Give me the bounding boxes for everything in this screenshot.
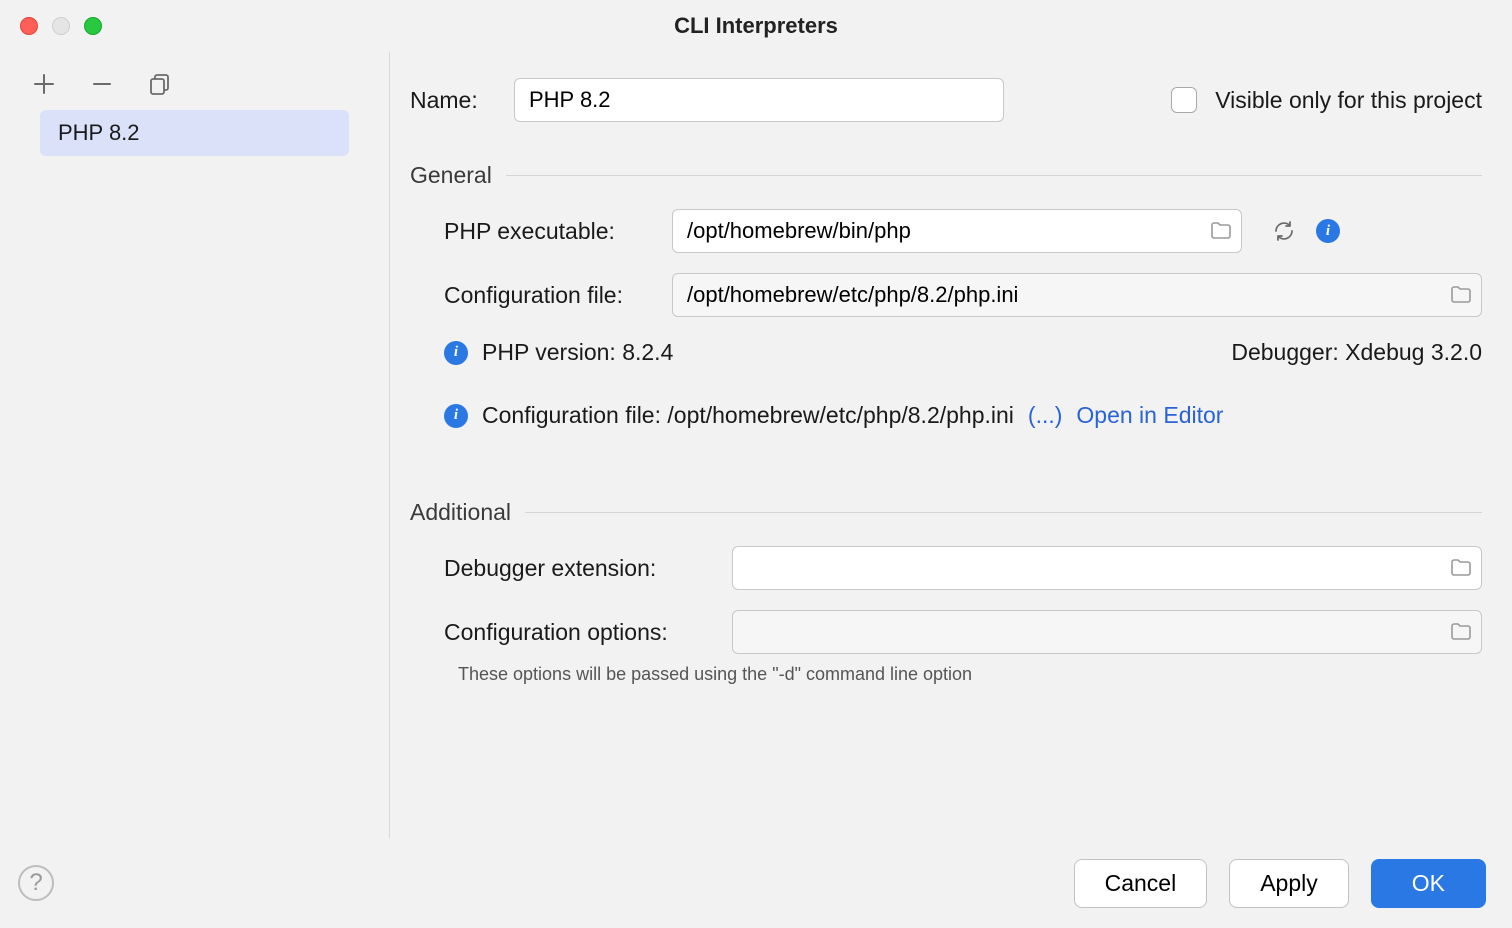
name-label: Name: <box>410 87 496 114</box>
minimize-window-icon <box>52 17 70 35</box>
php-version-text: PHP version: 8.2.4 <box>482 339 673 366</box>
maximize-window-icon[interactable] <box>84 17 102 35</box>
name-input[interactable] <box>514 78 1004 122</box>
title-bar: CLI Interpreters <box>0 0 1512 52</box>
sidebar-toolbar <box>0 52 389 110</box>
list-item[interactable]: PHP 8.2 <box>40 110 349 156</box>
copy-icon[interactable] <box>146 70 174 98</box>
interpreter-list: PHP 8.2 <box>0 110 389 156</box>
config-opts-label: Configuration options: <box>444 619 714 646</box>
config-file-label: Configuration file: <box>444 282 654 309</box>
open-editor-link[interactable]: Open in Editor <box>1076 402 1223 429</box>
folder-icon[interactable] <box>1450 286 1472 304</box>
divider <box>506 175 1482 176</box>
reload-icon[interactable] <box>1270 217 1298 245</box>
section-general: General <box>410 162 1482 189</box>
dialog-footer: ? Cancel Apply OK <box>0 838 1512 928</box>
window-title: CLI Interpreters <box>0 13 1512 39</box>
cancel-button[interactable]: Cancel <box>1074 859 1208 908</box>
apply-button[interactable]: Apply <box>1229 859 1349 908</box>
main-panel: Name: Visible only for this project Gene… <box>390 52 1512 838</box>
close-window-icon[interactable] <box>20 17 38 35</box>
config-file-input[interactable] <box>672 273 1482 317</box>
folder-icon[interactable] <box>1450 623 1472 641</box>
debugger-ext-label: Debugger extension: <box>444 555 714 582</box>
info-icon: i <box>444 341 468 365</box>
debugger-ext-input[interactable] <box>732 546 1482 590</box>
config-opts-input[interactable] <box>732 610 1482 654</box>
info-icon[interactable]: i <box>1316 219 1340 243</box>
visible-checkbox[interactable] <box>1171 87 1197 113</box>
help-icon[interactable]: ? <box>18 865 54 901</box>
debugger-text: Debugger: Xdebug 3.2.0 <box>1231 339 1482 366</box>
folder-icon[interactable] <box>1210 222 1232 240</box>
visible-label: Visible only for this project <box>1215 87 1482 114</box>
ellipsis-link[interactable]: (...) <box>1028 402 1063 429</box>
additional-heading: Additional <box>410 499 511 526</box>
sidebar: PHP 8.2 <box>0 52 390 838</box>
section-additional: Additional <box>410 499 1482 526</box>
ok-button[interactable]: OK <box>1371 859 1486 908</box>
info-icon: i <box>444 404 468 428</box>
general-heading: General <box>410 162 492 189</box>
window-controls <box>20 17 102 35</box>
divider <box>525 512 1482 513</box>
config-opts-hint: These options will be passed using the "… <box>410 664 1482 685</box>
php-exe-label: PHP executable: <box>444 218 654 245</box>
config-file-info: Configuration file: /opt/homebrew/etc/ph… <box>482 402 1014 429</box>
php-exe-input[interactable] <box>672 209 1242 253</box>
remove-icon[interactable] <box>88 70 116 98</box>
add-icon[interactable] <box>30 70 58 98</box>
folder-icon[interactable] <box>1450 559 1472 577</box>
